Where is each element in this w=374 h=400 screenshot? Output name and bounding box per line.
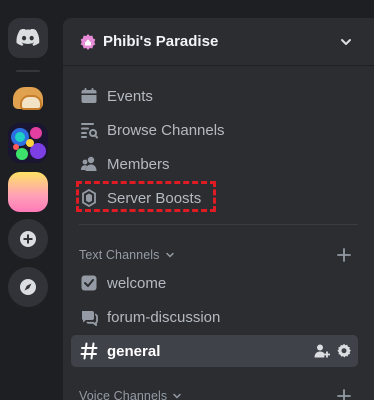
- create-voice-channel-plus-icon[interactable]: [334, 386, 354, 400]
- server-name: Phibi's Paradise: [103, 33, 219, 50]
- calendar-icon: [79, 86, 99, 106]
- add-server-button[interactable]: [8, 219, 48, 259]
- forum-icon: [79, 307, 99, 327]
- section-divider: [79, 224, 358, 225]
- invite-user-icon[interactable]: [314, 343, 330, 359]
- channel-forum-discussion-label: forum-discussion: [107, 308, 221, 326]
- browse-list-icon: [79, 120, 99, 140]
- compass-icon: [20, 279, 36, 295]
- nav-events-label: Events: [107, 87, 153, 105]
- channel-general-label: general: [107, 342, 161, 360]
- rail-separator: [16, 70, 40, 72]
- direct-messages-button[interactable]: [8, 18, 48, 58]
- chevron-down-icon: [165, 250, 175, 260]
- channel-forum-discussion[interactable]: forum-discussion: [71, 301, 358, 333]
- server-icon-art[interactable]: [8, 123, 48, 163]
- category-text-channels[interactable]: Text Channels: [71, 243, 358, 267]
- create-channel-plus-icon[interactable]: [334, 245, 354, 265]
- boost-gem-icon: [79, 188, 99, 208]
- chevron-down-icon[interactable]: [336, 32, 356, 52]
- nav-browse-channels[interactable]: Browse Channels: [71, 114, 358, 146]
- nav-members-label: Members: [107, 155, 170, 173]
- channel-welcome-label: welcome: [107, 274, 167, 292]
- explore-servers-button[interactable]: [8, 267, 48, 307]
- nav-events[interactable]: Events: [71, 80, 358, 112]
- server-art-image: [8, 123, 48, 163]
- channel-sidebar: Phibi's Paradise Events Browse Channels …: [63, 18, 374, 400]
- gear-icon[interactable]: [336, 343, 352, 359]
- server-icon-gradient[interactable]: [8, 172, 48, 212]
- nav-members[interactable]: Members: [71, 148, 358, 180]
- nav-server-boosts-label: Server Boosts: [107, 189, 202, 207]
- channel-actions: [314, 343, 352, 359]
- category-text-channels-label: Text Channels: [79, 248, 160, 262]
- category-voice-channels-label: Voice Channels: [79, 389, 168, 400]
- hashtag-icon: [79, 341, 99, 361]
- nav-server-boosts[interactable]: Server Boosts: [71, 182, 358, 214]
- server-icon-bread[interactable]: [8, 78, 48, 118]
- discord-logo-icon: [16, 29, 40, 46]
- rules-checkbox-icon: [79, 273, 99, 293]
- server-rail: [0, 0, 56, 400]
- category-voice-channels[interactable]: Voice Channels: [71, 384, 358, 400]
- channel-general[interactable]: general: [71, 335, 358, 367]
- plus-circle-icon: [20, 231, 36, 247]
- server-header[interactable]: Phibi's Paradise: [63, 18, 374, 66]
- bread-slice-icon: [20, 95, 42, 110]
- channel-welcome[interactable]: welcome: [71, 267, 358, 299]
- nav-browse-channels-label: Browse Channels: [107, 121, 225, 139]
- members-icon: [79, 154, 99, 174]
- server-badge-icon: [79, 33, 97, 51]
- chevron-down-icon: [172, 391, 182, 400]
